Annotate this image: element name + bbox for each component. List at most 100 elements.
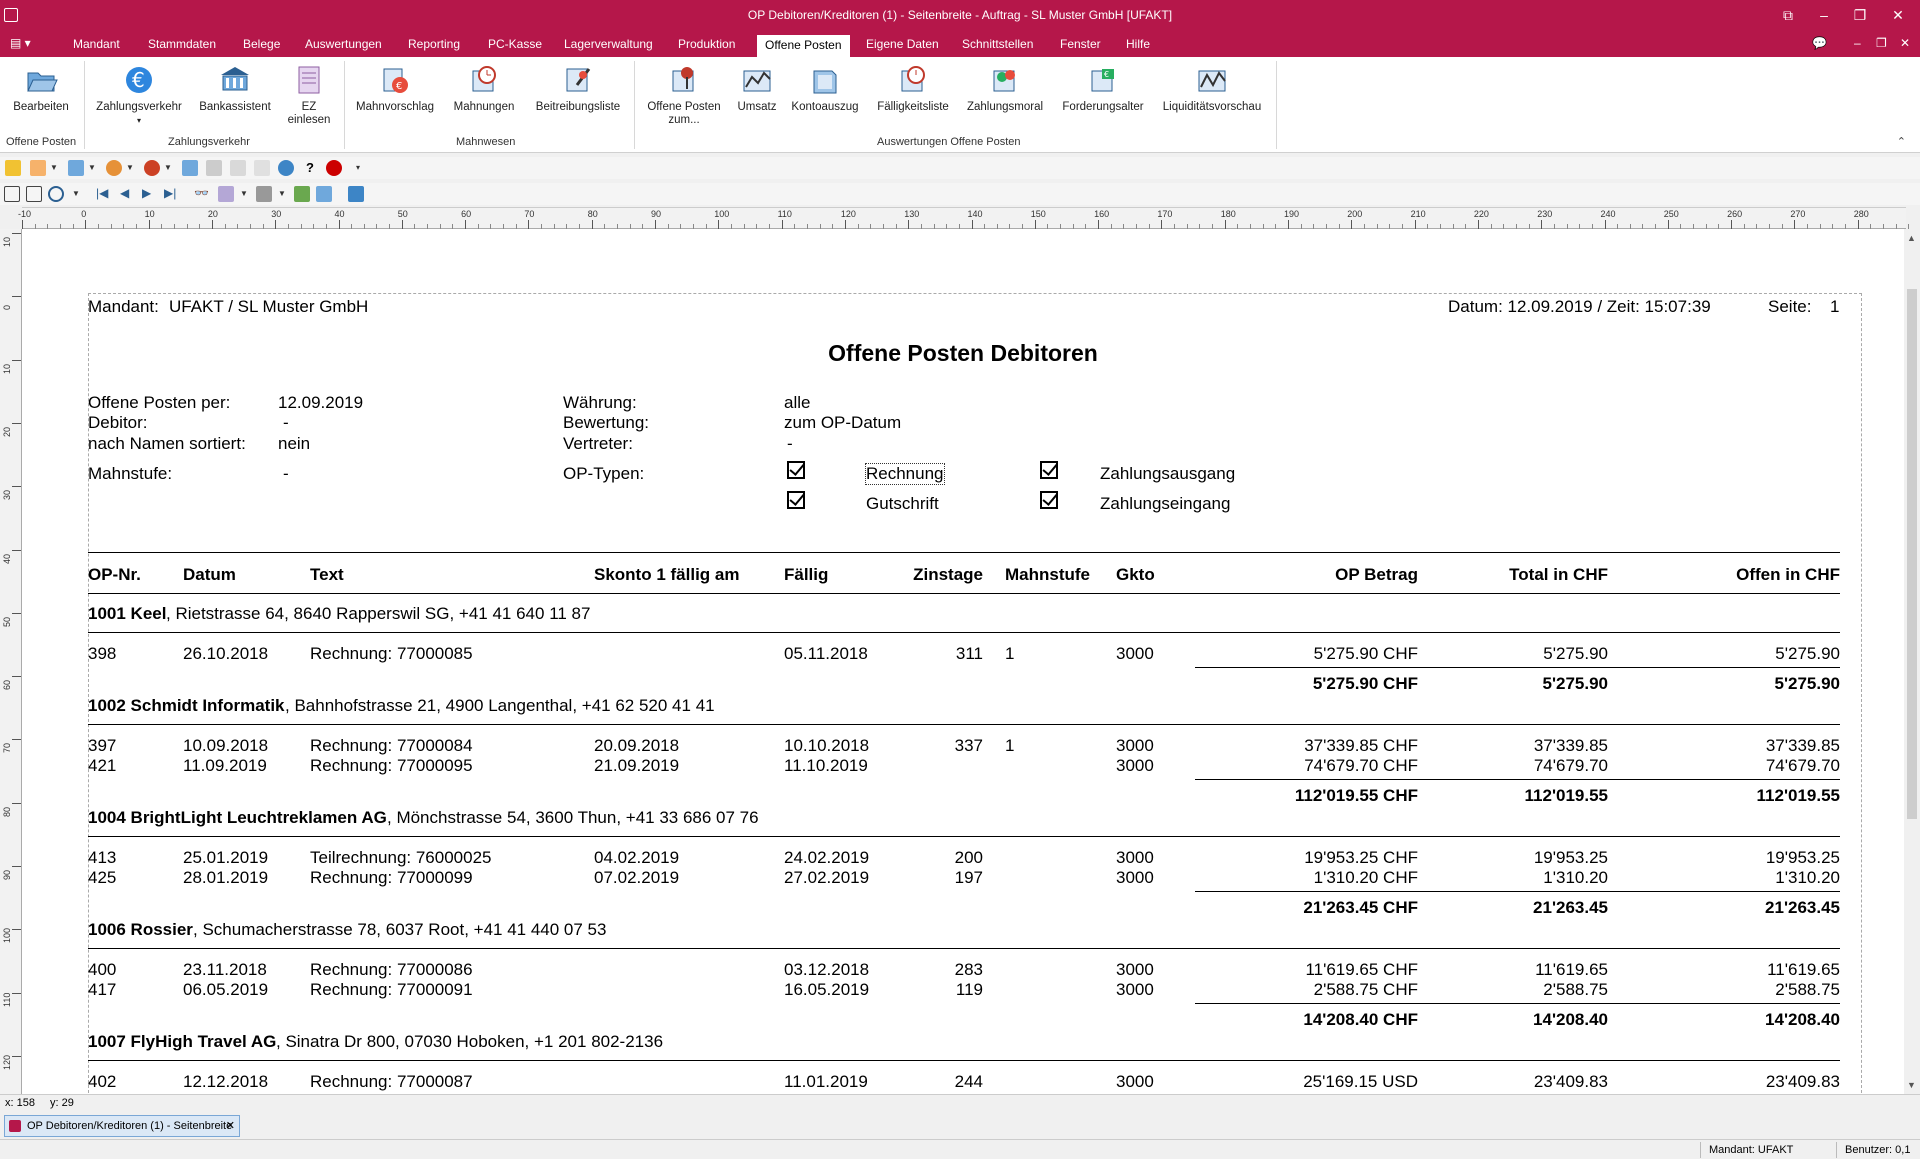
ruler-tick <box>12 1055 21 1057</box>
find-binoculars-icon[interactable]: 👓 <box>194 186 210 202</box>
export-icon[interactable] <box>230 160 246 176</box>
app-menu-icon[interactable]: ▤ ▾ <box>10 36 44 52</box>
close-button[interactable]: ✕ <box>1886 6 1910 24</box>
beitreibungsliste-button[interactable]: Beitreibungsliste <box>530 63 626 114</box>
export-file-icon[interactable] <box>218 186 234 202</box>
restore-layout-icon[interactable]: ⧉ <box>1776 6 1800 24</box>
previous-page-icon[interactable]: ◀ <box>120 186 136 202</box>
collapse-ribbon-icon[interactable]: ⌃ <box>1897 135 1906 148</box>
new-document-icon[interactable] <box>30 160 46 176</box>
dropdown-caret-icon[interactable]: ▼ <box>164 163 172 172</box>
group-label-offene-posten: Offene Posten <box>6 136 77 148</box>
mahnungen-button[interactable]: Mahnungen <box>448 63 520 114</box>
dropdown-caret-icon[interactable]: ▼ <box>278 189 286 198</box>
cell-gkto: 3000 <box>1116 644 1154 663</box>
cell-zinstage: 197 <box>954 868 983 887</box>
menu-fenster[interactable]: Fenster <box>1052 31 1109 57</box>
mahnvorschlag-button[interactable]: € Mahnvorschlag <box>352 63 438 114</box>
scroll-up-icon[interactable]: ▲ <box>1907 233 1916 243</box>
last-page-icon[interactable]: ▶| <box>164 186 180 202</box>
menu-pc-kasse[interactable]: PC-Kasse <box>480 31 550 57</box>
subtotal-op-betrag: 21'263.45 CHF <box>1303 898 1418 917</box>
dropdown-caret-icon[interactable]: ▼ <box>50 163 58 172</box>
menu-hilfe[interactable]: Hilfe <box>1118 31 1158 57</box>
menu-reporting[interactable]: Reporting <box>400 31 468 57</box>
menu-schnittstellen[interactable]: Schnittstellen <box>954 31 1041 57</box>
print-preview-icon[interactable] <box>206 160 222 176</box>
liquiditaetsvorschau-button[interactable]: Liquiditätsvorschau <box>1158 63 1266 114</box>
cell-text: Rechnung: 77000086 <box>310 960 473 979</box>
maximize-button[interactable]: ❐ <box>1848 6 1872 24</box>
menu-stammdaten[interactable]: Stammdaten <box>140 31 224 57</box>
ruler-tick-label: 10 <box>2 363 12 374</box>
ruler-tick <box>971 220 973 229</box>
mdi-close-icon[interactable]: ✕ <box>1900 36 1910 50</box>
zahlungsmoral-button[interactable]: Zahlungsmoral <box>962 63 1048 114</box>
help-icon[interactable]: ? <box>302 160 318 176</box>
menu-auswertungen[interactable]: Auswertungen <box>297 31 390 57</box>
menu-offene-posten[interactable]: Offene Posten <box>756 34 851 57</box>
customer-rule <box>88 836 1840 837</box>
send-icon[interactable] <box>254 160 270 176</box>
dropdown-caret-icon[interactable]: ▼ <box>126 163 134 172</box>
cell-zinstage: 244 <box>954 1072 983 1091</box>
bankassistent-button[interactable]: Bankassistent <box>196 63 274 114</box>
param-debitor-value: - <box>283 413 289 432</box>
forderungsalter-button[interactable]: € Forderungsalter <box>1058 63 1148 114</box>
scroll-down-icon[interactable]: ▼ <box>1907 1080 1916 1090</box>
help-bubble-icon[interactable]: 💬 <box>1812 36 1827 50</box>
open-folder-icon[interactable] <box>5 160 21 176</box>
menu-eigene-daten[interactable]: Eigene Daten <box>858 31 947 57</box>
kontoauszug-button[interactable]: Kontoauszug <box>788 63 862 114</box>
cell-datum: 11.09.2019 <box>183 756 267 775</box>
ruler-tick <box>401 220 403 229</box>
menu-mandant[interactable]: Mandant <box>65 31 128 57</box>
header-bottom-rule <box>88 593 1840 594</box>
page-width-icon[interactable] <box>26 186 42 202</box>
close-tab-icon[interactable]: ✕ <box>226 1116 235 1136</box>
umsatz-button[interactable]: Umsatz <box>734 63 780 114</box>
zoom-icon[interactable] <box>48 186 64 202</box>
save-icon[interactable] <box>348 186 364 202</box>
dropdown-caret-icon[interactable]: ▼ <box>72 189 80 198</box>
menu-lagerverwaltung[interactable]: Lagerverwaltung <box>556 31 661 57</box>
ruler-tick-label: 220 <box>1473 209 1489 219</box>
cash-icon[interactable] <box>182 160 198 176</box>
cell-mahnstufe: 1 <box>1005 736 1015 755</box>
hierarchy-icon[interactable] <box>68 160 84 176</box>
minimize-button[interactable]: – <box>1812 6 1836 24</box>
first-page-icon[interactable]: |◀ <box>96 186 112 202</box>
customize-toolbar-icon[interactable]: ▾ <box>356 163 360 172</box>
print-icon[interactable] <box>256 186 272 202</box>
dropdown-caret-icon[interactable]: ▼ <box>88 163 96 172</box>
user-icon[interactable] <box>106 160 122 176</box>
settings-icon[interactable] <box>316 186 332 202</box>
dropdown-caret-icon[interactable]: ▼ <box>240 189 248 198</box>
ruler-tick-label: -10 <box>18 209 32 219</box>
zahlungsverkehr-button[interactable]: € Zahlungsverkehr ▾ <box>94 63 184 127</box>
ez-einlesen-button[interactable]: EZ einlesen <box>282 63 336 127</box>
window-tab-op-debitoren[interactable]: OP Debitoren/Kreditoren (1) - Seitenbrei… <box>4 1115 240 1137</box>
ruler-tick <box>781 220 783 229</box>
vertical-scrollbar[interactable]: ▲ ▼ <box>1904 229 1920 1094</box>
faelligkeitsliste-button[interactable]: Fälligkeitsliste <box>872 63 954 114</box>
ruler-tick-label: 50 <box>2 616 12 627</box>
subtotal-total-chf: 21'263.45 <box>1533 898 1608 917</box>
contacts-icon[interactable] <box>144 160 160 176</box>
ruler-tick <box>211 220 213 229</box>
mdi-restore-icon[interactable]: ❐ <box>1876 36 1887 50</box>
bearbeiten-button[interactable]: Bearbeiten <box>10 63 72 114</box>
globe-icon[interactable] <box>278 160 294 176</box>
excel-export-icon[interactable] <box>294 186 310 202</box>
ruler-tick <box>12 739 21 741</box>
stop-icon[interactable] <box>326 160 342 176</box>
cell-gkto: 3000 <box>1116 756 1154 775</box>
menu-belege[interactable]: Belege <box>235 31 288 57</box>
mdi-minimize-icon[interactable]: – <box>1854 36 1861 50</box>
offene-posten-zum-button[interactable]: Offene Posten zum... <box>640 63 728 127</box>
menu-produktion[interactable]: Produktion <box>670 31 743 57</box>
next-page-icon[interactable]: ▶ <box>142 186 158 202</box>
customer-rule <box>88 632 1840 633</box>
scrollbar-thumb[interactable] <box>1907 289 1917 819</box>
page-view-icon[interactable] <box>4 186 20 202</box>
